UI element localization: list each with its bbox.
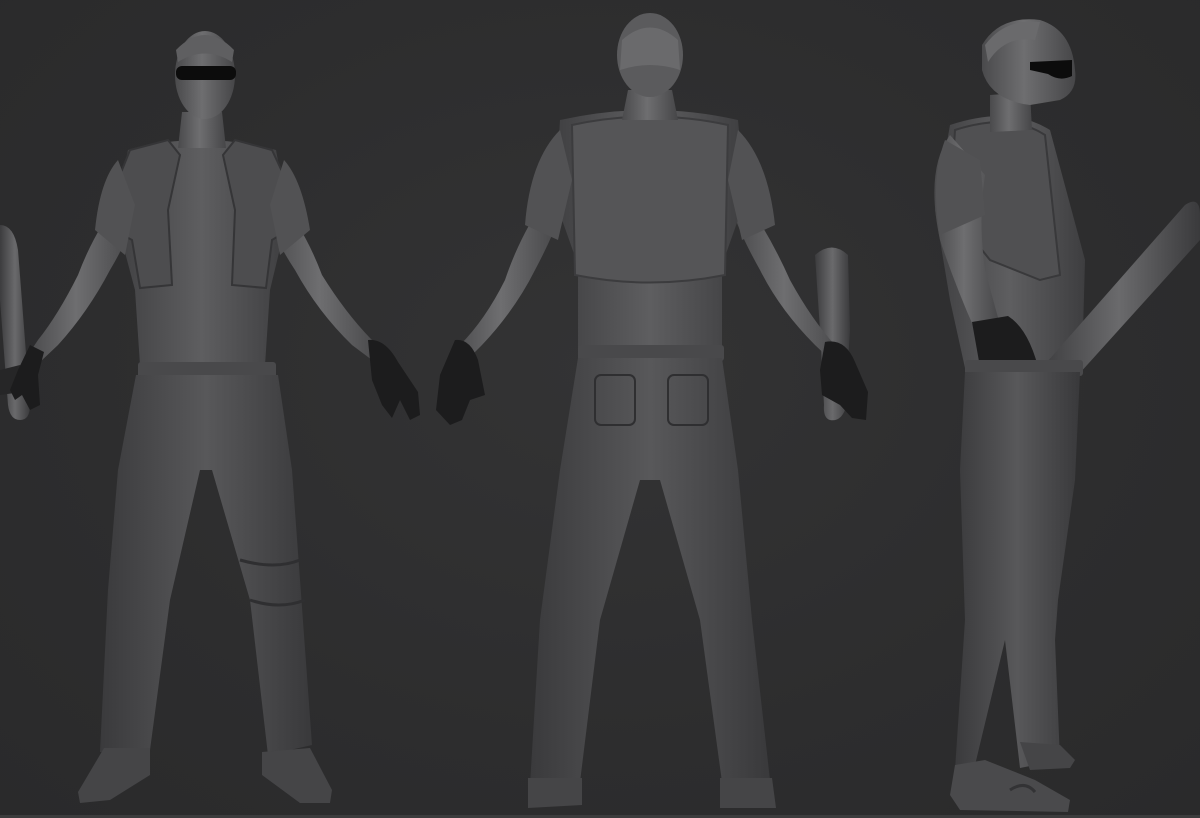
sculpt-viewport[interactable] [0, 0, 1200, 818]
back-view[interactable] [436, 13, 868, 808]
back-pants [530, 358, 770, 785]
front-shoe-left [78, 748, 150, 803]
side-pants [955, 372, 1080, 770]
character-turnaround [0, 13, 1200, 812]
front-view[interactable] [10, 31, 420, 803]
back-shoe-left [528, 778, 582, 808]
front-sunglasses [176, 66, 236, 80]
back-shoe-right [720, 778, 776, 808]
back-glove-left [436, 339, 485, 425]
front-shoe-right [262, 748, 332, 803]
back-vest [570, 115, 730, 284]
side-view[interactable] [934, 19, 1200, 812]
right-glove [368, 339, 420, 420]
